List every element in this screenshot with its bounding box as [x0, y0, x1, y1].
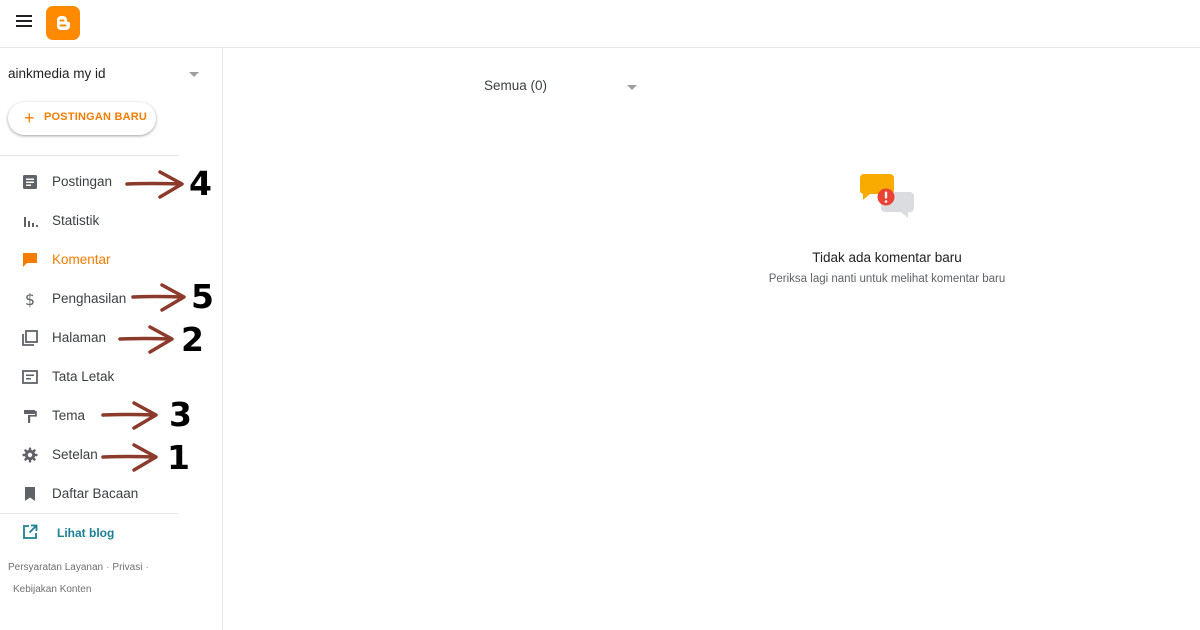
- comment-filter-dropdown[interactable]: Semua (0): [484, 77, 644, 99]
- top-bar: [0, 0, 1200, 48]
- annotation-number: 4: [189, 164, 212, 203]
- hamburger-icon[interactable]: [16, 15, 32, 29]
- dropdown-caret-icon: [189, 72, 199, 77]
- filter-label: Semua (0): [484, 78, 548, 93]
- annotation-arrow: [118, 325, 174, 354]
- annotation-arrow: [101, 443, 158, 472]
- plus-icon: +: [24, 108, 35, 128]
- annotation-number: 2: [181, 320, 204, 359]
- no-comments-icon: [859, 174, 914, 218]
- annotation-layer: [101, 170, 186, 472]
- empty-state-subtitle: Periksa lagi nanti untuk melihat komenta…: [768, 273, 1006, 285]
- blog-name: ainkmedia my id: [8, 66, 106, 81]
- annotation-arrow: [101, 401, 158, 430]
- annotation-number: 1: [167, 438, 190, 477]
- new-post-label: POSTINGAN BARU: [44, 111, 148, 123]
- dropdown-caret-icon: [627, 85, 637, 90]
- blogger-logo-icon[interactable]: [46, 6, 80, 40]
- empty-state-title: Tidak ada komentar baru: [812, 250, 962, 265]
- blog-selector[interactable]: ainkmedia my id: [8, 66, 200, 86]
- annotation-number: 5: [191, 277, 214, 316]
- annotation-arrow: [125, 170, 184, 199]
- annotation-number: 3: [169, 395, 192, 434]
- new-post-button[interactable]: + POSTINGAN BARU: [8, 102, 156, 135]
- annotation-arrow: [131, 283, 186, 312]
